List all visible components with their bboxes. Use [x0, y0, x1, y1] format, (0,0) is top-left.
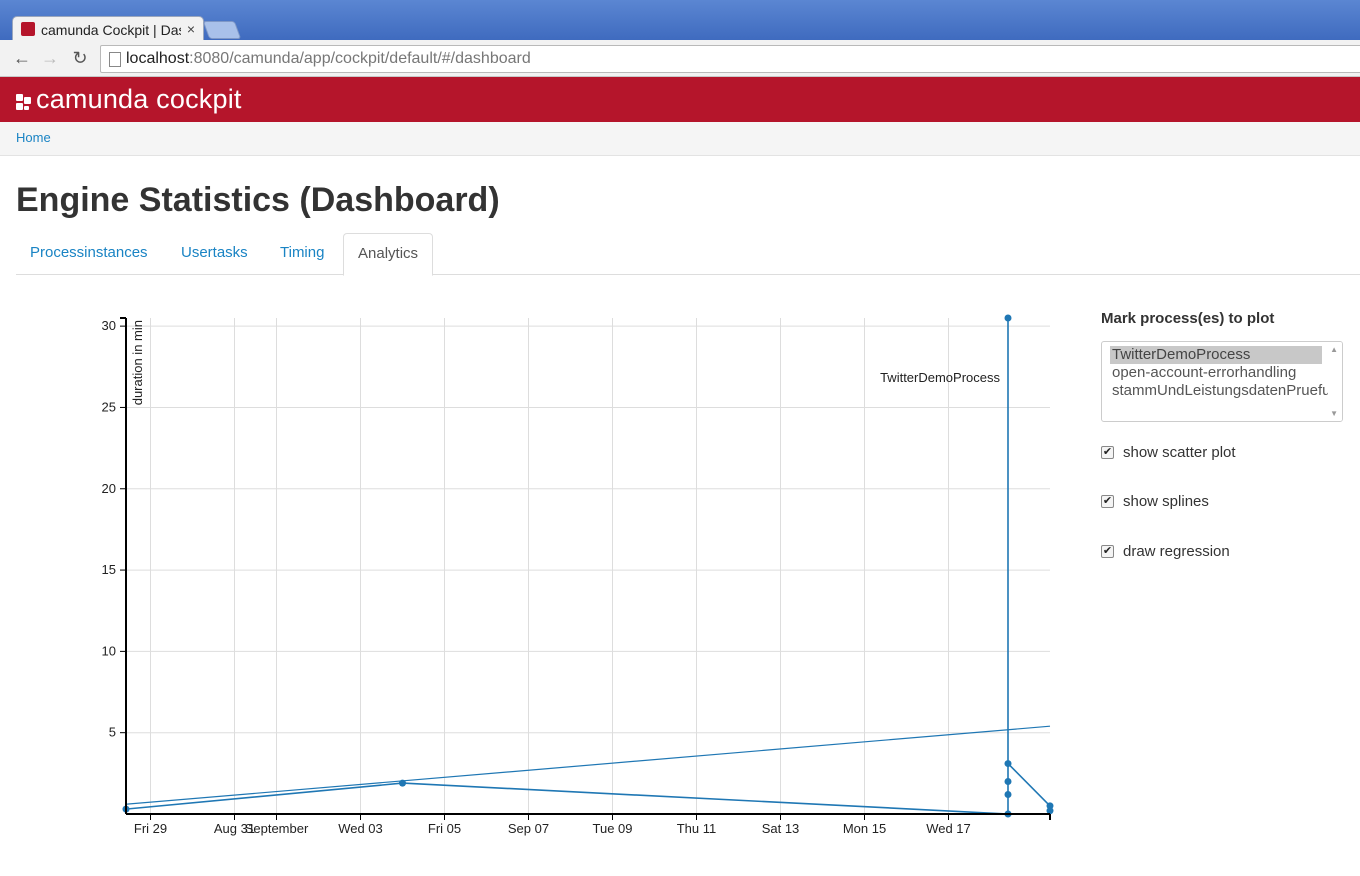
chart-labels: 51015202530Fri 29 Aug 31September Wed 03 Fr… [102, 318, 1001, 836]
y-tick-label: 5 [109, 725, 116, 740]
listbox-scrollbar[interactable]: ▲ ▼ [1328, 342, 1342, 421]
chart-axes [120, 317, 1051, 820]
duration-chart: 51015202530Fri 29 Aug 31September Wed 03 Fr… [102, 314, 1054, 836]
reload-icon[interactable]: ↻ [70, 48, 90, 68]
camunda-favicon-icon [21, 22, 35, 36]
draw-regression-label: draw regression [1123, 543, 1230, 560]
process-select[interactable]: TwitterDemoProcess open-account-errorhan… [1101, 341, 1343, 422]
show-splines-label: show splines [1123, 493, 1209, 510]
x-tick-label: Wed 17 [926, 821, 971, 836]
back-arrow-icon[interactable]: ← [12, 48, 32, 68]
y-tick-label: 15 [102, 562, 116, 577]
spline-line [125, 318, 1051, 815]
breadcrumb: Home [0, 122, 1360, 156]
scroll-up-icon[interactable]: ▲ [1330, 345, 1338, 354]
panel-title: Mark process(es) to plot [1101, 310, 1275, 327]
x-tick-label: Mon 15 [843, 821, 886, 836]
browser-toolbar: ← → ↻ localhost:8080/camunda/app/cockpit… [0, 40, 1360, 77]
dashboard-tabs: Processinstances Usertasks Timing Analyt… [16, 233, 1360, 276]
address-bar[interactable]: localhost:8080/camunda/app/cockpit/defau… [100, 45, 1360, 73]
tab-analytics[interactable]: Analytics [343, 233, 434, 276]
tab-usertasks[interactable]: Usertasks [167, 233, 262, 273]
page-icon [109, 52, 121, 67]
show-scatter-checkbox[interactable]: ✔ [1101, 446, 1114, 459]
points-layer [122, 314, 1054, 818]
series-label: TwitterDemoProcess [880, 370, 1000, 385]
y-tick-label: 25 [102, 399, 116, 414]
forward-arrow-icon[interactable]: → [40, 48, 60, 68]
x-tick-label: Wed 03 [338, 821, 383, 836]
y-axis-label: duration in min [130, 320, 145, 405]
camunda-logo-icon [16, 94, 32, 110]
browser-tabstrip [0, 0, 1360, 40]
show-splines-checkbox[interactable]: ✔ [1101, 495, 1114, 508]
show-scatter-label: show scatter plot [1123, 444, 1236, 461]
x-tick-label: Tue 09 [593, 821, 633, 836]
process-option[interactable]: open-account-errorhandling [1110, 364, 1298, 382]
process-option[interactable]: stammUndLeistungsdatenPruefung [1110, 382, 1342, 400]
page-title: Engine Statistics (Dashboard) [16, 181, 500, 219]
process-option[interactable]: TwitterDemoProcess [1110, 346, 1322, 364]
draw-regression-checkbox[interactable]: ✔ [1101, 545, 1114, 558]
tab-processinstances[interactable]: Processinstances [16, 233, 162, 273]
y-tick-label: 20 [102, 481, 116, 496]
close-icon[interactable]: × [187, 21, 195, 37]
data-point [1004, 777, 1012, 785]
x-tick-label: September [245, 821, 309, 836]
spline-layer [125, 318, 1051, 815]
app-header: camunda cockpit [0, 77, 1360, 122]
x-tick-label: Thu 11 [677, 821, 717, 836]
chart-grid [126, 318, 1050, 814]
tab-timing[interactable]: Timing [266, 233, 338, 273]
x-tick-label: Sep 07 [508, 821, 549, 836]
y-tick-label: 30 [102, 318, 116, 333]
browser-tab[interactable]: camunda Cockpit | Dashboard × [12, 16, 204, 43]
data-point [399, 779, 406, 787]
browser-chrome: camunda Cockpit | Dashboard × ← → ↻ loca… [0, 0, 1360, 77]
data-point [1004, 790, 1012, 798]
y-tick-label: 10 [102, 643, 116, 658]
new-tab-button[interactable] [202, 21, 242, 39]
x-tick-label: Sat 13 [762, 821, 800, 836]
brand-name[interactable]: camunda cockpit [36, 84, 242, 115]
x-tick-label: Fri 29 [134, 821, 167, 836]
data-point [1004, 760, 1012, 768]
browser-tab-title: camunda Cockpit | Dashboard [41, 22, 181, 38]
breadcrumb-home-link[interactable]: Home [16, 130, 51, 145]
address-bar-url: localhost:8080/camunda/app/cockpit/defau… [126, 50, 531, 67]
data-point [1004, 314, 1012, 322]
scroll-down-icon[interactable]: ▼ [1330, 409, 1338, 418]
x-tick-label: Fri 05 [428, 821, 461, 836]
